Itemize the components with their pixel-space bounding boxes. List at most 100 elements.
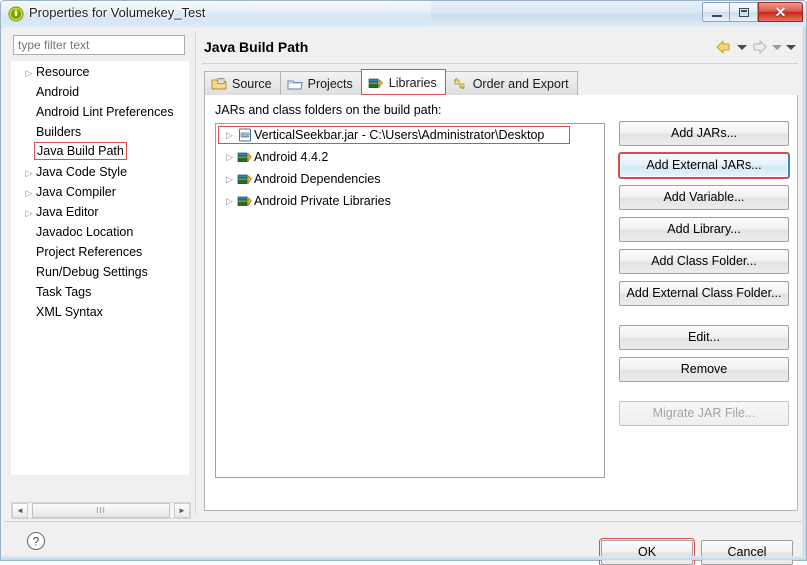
sidebar-item-run-debug-settings[interactable]: Run/Debug Settings	[12, 262, 188, 282]
properties-dialog-window: Properties for Volumekey_Test ✕ ▷Resourc	[0, 0, 807, 565]
library-actions: Add JARs... Add External JARs... Add Var…	[618, 121, 790, 433]
sidebar-item-java-code-style[interactable]: ▷ Java Code Style	[12, 162, 188, 182]
sidebar-item-label: Task Tags	[36, 285, 92, 299]
sidebar-item-resource[interactable]: ▷ Resource	[12, 62, 188, 82]
scroll-right-arrow-icon[interactable]: ►	[174, 503, 190, 518]
sidebar-item-xml-syntax[interactable]: XML Syntax	[12, 302, 188, 322]
window-title: Properties for Volumekey_Test	[29, 5, 206, 20]
expand-arrow-icon[interactable]: ▷	[22, 163, 36, 183]
dialog-footer: ? OK Cancel	[4, 522, 804, 565]
window-titlebar[interactable]: Properties for Volumekey_Test ✕	[1, 1, 806, 28]
tab-projects[interactable]: Projects	[279, 71, 362, 95]
svg-text:010: 010	[242, 133, 248, 137]
build-path-tabs: Source Projects Libraries Order and Expo…	[204, 69, 578, 95]
library-books-icon	[237, 171, 254, 187]
list-item-label: Android Private Libraries	[254, 194, 391, 208]
tab-source[interactable]: Source	[204, 71, 281, 95]
expand-arrow-icon[interactable]: ▷	[222, 124, 237, 146]
remove-button[interactable]: Remove	[619, 357, 789, 382]
sidebar-item-android-lint-preferences[interactable]: Android Lint Preferences	[12, 102, 188, 122]
sidebar-item-android[interactable]: Android	[12, 82, 188, 102]
add-library-button[interactable]: Add Library...	[619, 217, 789, 242]
edit-button[interactable]: Edit...	[619, 325, 789, 350]
svg-text:?: ?	[33, 535, 40, 549]
sidebar-horizontal-scrollbar[interactable]: ◄ III ►	[11, 502, 191, 519]
close-button[interactable]: ✕	[758, 2, 803, 22]
tab-label: Source	[232, 76, 272, 91]
filter-input[interactable]	[13, 35, 185, 55]
list-item[interactable]: ▷ 010 VerticalSeekbar.jar - C:\Users\Adm…	[216, 124, 604, 146]
list-item[interactable]: ▷ Android Dependencies	[216, 168, 604, 190]
sidebar-item-task-tags[interactable]: Task Tags	[12, 282, 188, 302]
list-item-label: Android Dependencies	[254, 172, 381, 186]
sidebar-item-label: Resource	[36, 65, 90, 79]
scroll-left-arrow-icon[interactable]: ◄	[12, 503, 28, 518]
help-icon[interactable]: ?	[26, 531, 46, 551]
add-class-folder-button[interactable]: Add Class Folder...	[619, 249, 789, 274]
sidebar-item-javadoc-location[interactable]: Javadoc Location	[12, 222, 188, 242]
sidebar-item-label: Java Compiler	[36, 185, 116, 199]
button-group-spacer	[619, 389, 789, 401]
package-folder-icon	[211, 77, 227, 91]
add-jars-button[interactable]: Add JARs...	[619, 121, 789, 146]
sidebar-item-label: Java Build Path	[34, 142, 127, 160]
sidebar-item-label: Javadoc Location	[36, 225, 134, 239]
dialog-body: ▷Resource Android Android Lint Preferenc…	[4, 27, 804, 565]
add-variable-button[interactable]: Add Variable...	[619, 185, 789, 210]
java-build-path-page: Java Build Path Source Projects Librarie…	[202, 33, 798, 513]
button-group-spacer	[619, 313, 789, 325]
pane-divider	[195, 31, 196, 515]
order-export-icon	[452, 77, 468, 91]
sidebar-item-builders[interactable]: Builders	[12, 122, 188, 142]
minimize-button[interactable]	[702, 2, 730, 22]
library-books-icon	[237, 149, 254, 165]
expand-arrow-icon[interactable]: ▷	[22, 63, 36, 83]
add-external-class-folder-button[interactable]: Add External Class Folder...	[619, 281, 789, 306]
tab-order-and-export[interactable]: Order and Export	[444, 71, 578, 95]
maximize-icon	[739, 8, 749, 17]
list-item[interactable]: ▷ Android 4.4.2	[216, 146, 604, 168]
sidebar-item-java-compiler[interactable]: ▷ Java Compiler	[12, 182, 188, 202]
back-arrow-icon[interactable]	[715, 38, 733, 56]
project-folder-icon	[287, 77, 303, 91]
cancel-button[interactable]: Cancel	[701, 540, 793, 565]
forward-menu-chevron-down-icon[interactable]	[771, 40, 782, 54]
sidebar-item-java-editor[interactable]: ▷ Java Editor	[12, 202, 188, 222]
scrollbar-thumb[interactable]: III	[32, 503, 170, 518]
maximize-button[interactable]	[730, 2, 758, 22]
sidebar-item-label: Run/Debug Settings	[36, 265, 148, 279]
window-controls: ✕	[702, 2, 803, 24]
back-menu-chevron-down-icon[interactable]	[736, 40, 747, 54]
tab-label: Order and Export	[472, 76, 569, 91]
library-books-icon	[237, 193, 254, 209]
minimize-icon	[712, 15, 722, 17]
tab-libraries[interactable]: Libraries	[360, 69, 446, 95]
sidebar-item-label: Java Code Style	[36, 165, 128, 179]
expand-arrow-icon[interactable]: ▷	[22, 203, 36, 223]
sidebar-item-label: Project References	[36, 245, 143, 259]
library-books-icon	[368, 76, 384, 90]
list-item[interactable]: ▷ Android Private Libraries	[216, 190, 604, 212]
add-external-jars-button[interactable]: Add External JARs...	[618, 152, 790, 179]
tab-label: Projects	[307, 76, 353, 91]
libraries-panel: JARs and class folders on the build path…	[204, 95, 798, 511]
expand-arrow-icon[interactable]: ▷	[222, 146, 237, 168]
expand-arrow-icon[interactable]: ▷	[222, 168, 237, 190]
sidebar-item-project-references[interactable]: Project References	[12, 242, 188, 262]
tab-label: Libraries	[388, 75, 437, 90]
expand-arrow-icon[interactable]: ▷	[22, 183, 36, 203]
ok-button[interactable]: OK	[599, 538, 695, 565]
sidebar-item-java-build-path[interactable]: Java Build Path	[12, 142, 188, 162]
expand-arrow-icon[interactable]: ▷	[222, 190, 237, 212]
close-icon: ✕	[774, 4, 787, 20]
header-separator	[202, 63, 798, 64]
view-menu-chevron-down-icon[interactable]	[785, 40, 796, 54]
build-path-list[interactable]: ▷ 010 VerticalSeekbar.jar - C:\Users\Adm…	[215, 123, 605, 478]
sidebar-item-label: Builders	[36, 125, 82, 139]
page-navigation	[715, 38, 796, 56]
preferences-sidebar: ▷Resource Android Android Lint Preferenc…	[11, 33, 191, 493]
preferences-tree[interactable]: ▷ Resource Android Android Lint Preferenc…	[11, 61, 189, 475]
scrollbar-track[interactable]: III	[28, 503, 174, 518]
list-item-label: Android 4.4.2	[254, 150, 329, 164]
sidebar-item-label: Java Editor	[36, 205, 99, 219]
